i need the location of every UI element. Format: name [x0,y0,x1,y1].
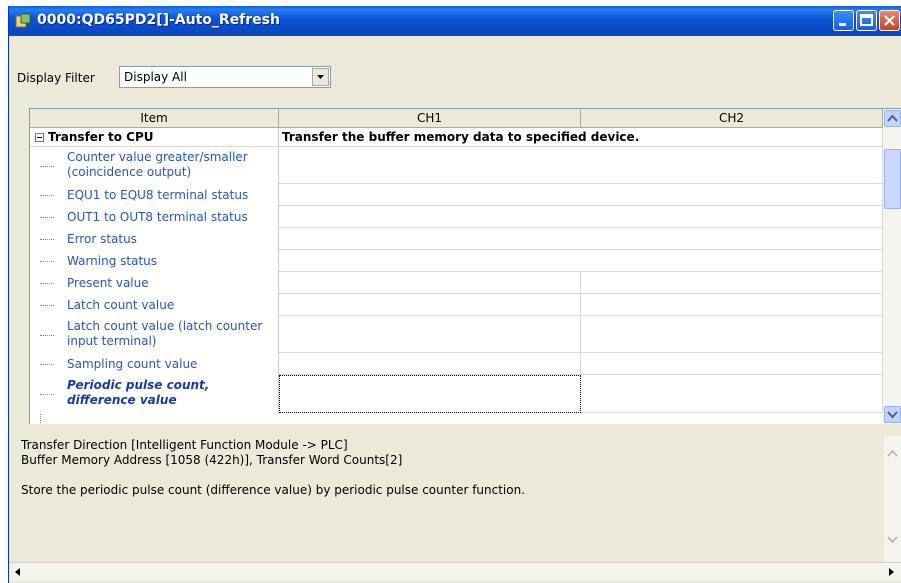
tree-branch [40,283,54,284]
description-scrollbar[interactable] [884,436,901,562]
display-filter-value: Display All [124,70,187,84]
item-label: Present value [67,276,149,291]
display-filter-select[interactable]: Display All [119,66,331,88]
ch1-cell[interactable] [279,272,581,294]
column-header-ch2[interactable]: CH2 [581,109,883,128]
chevron-up-icon [887,114,898,122]
chevron-up-icon[interactable] [885,446,900,461]
group-description: Transfer the buffer memory data to speci… [282,130,640,144]
tree-branch [40,217,54,218]
item-row[interactable]: EQU1 to EQU8 terminal status [30,184,279,206]
item-label-line: Present value [67,276,149,290]
item-label: Latch count value (latch counter input te… [67,319,262,349]
tree-branch [40,195,54,196]
item-label-line: (coincidence output) [67,165,192,179]
chevron-left-icon[interactable] [11,565,25,579]
item-label-line: Counter value greater/smaller [67,150,248,164]
app-icon [15,13,31,28]
horizontal-scrollbar[interactable] [9,562,901,581]
column-header-ch1[interactable]: CH1 [279,109,581,128]
tree-branch [40,305,54,306]
ch-cell[interactable] [279,184,883,206]
tree-branch [40,166,54,167]
description-line: Store the periodic pulse count (differen… [21,483,526,497]
ch2-cell[interactable] [581,272,883,294]
column-header-item[interactable]: Item [30,109,279,128]
tree-branch [40,394,54,395]
item-label: Periodic pulse count, difference value [67,378,209,408]
ch1-cell[interactable] [279,316,581,353]
item-label-line: Periodic pulse count, [67,378,210,392]
group-row-transfer-to-cpu[interactable]: Transfer to CPU [30,128,279,147]
dropdown-arrow-button[interactable] [312,68,329,86]
ch1-cell[interactable] [279,353,581,375]
window-title: 0000:QD65PD2[]-Auto_Refresh [37,12,280,28]
item-row[interactable]: OUT1 to OUT8 terminal status [30,206,279,228]
item-label: Sampling count value [67,357,197,372]
tree-branch [40,335,54,336]
chevron-right-icon[interactable] [884,565,898,579]
title-bar[interactable]: 0000:QD65PD2[]-Auto_Refresh [9,6,901,36]
item-label: EQU1 to EQU8 terminal status [67,188,248,203]
tree-branch [40,239,54,240]
ch-cell[interactable] [279,228,883,250]
item-row[interactable]: Sampling count value [30,353,279,375]
close-icon [884,15,895,26]
item-label-line: Error status [67,232,137,246]
scroll-down-button[interactable] [884,406,901,423]
close-button[interactable] [879,10,900,31]
description-panel: Transfer Direction [Intelligent Function… [21,438,883,498]
item-label-line: difference value [67,393,177,407]
ch2-cell[interactable] [581,375,883,413]
minimize-icon [839,23,846,26]
item-row[interactable]: Counter value greater/smaller (coincidenc… [30,147,279,184]
display-filter-label: Display Filter [17,71,95,85]
ch1-cell[interactable] [279,294,581,316]
item-row[interactable]: Periodic pulse count, difference value [30,375,279,413]
item-label-line: Sampling count value [67,357,198,371]
item-row[interactable]: Latch count value [30,294,279,316]
item-label: Warning status [67,254,157,269]
item-label-line: OUT1 to OUT8 terminal status [67,210,248,224]
auto-refresh-window: 0000:QD65PD2[]-Auto_Refresh Display Filt… [8,6,901,583]
item-label-line: Warning status [67,254,158,268]
ch2-cell[interactable] [581,316,883,353]
description-line: Buffer Memory Address [1058 (422h)], Tra… [21,453,403,467]
tree-branch [40,364,54,365]
chevron-down-icon [887,411,898,419]
ch-cell[interactable] [279,147,883,184]
item-row[interactable]: Warning status [30,250,279,272]
collapse-icon[interactable] [35,133,44,142]
chevron-down-icon[interactable] [885,532,900,547]
ch1-cell[interactable] [279,375,581,413]
ch2-cell[interactable] [581,353,883,375]
item-label: Error status [67,232,137,247]
ch-cell[interactable] [279,206,883,228]
group-label: Transfer to CPU [48,130,154,144]
minimize-button[interactable] [833,10,854,31]
item-row[interactable]: Latch count value (latch counter input te… [30,316,279,353]
item-label: Counter value greater/smaller (coincidenc… [67,150,248,180]
item-label: OUT1 to OUT8 terminal status [67,210,248,225]
item-row[interactable]: Error status [30,228,279,250]
auto-refresh-grid: Item CH1 CH2 Transfer to CPU Transfer th… [29,108,901,424]
description-line: Transfer Direction [Intelligent Function… [21,438,348,452]
maximize-icon [860,14,873,26]
tree-branch [40,261,54,262]
ch2-cell[interactable] [581,294,883,316]
ch-cell[interactable] [279,250,883,272]
maximize-button[interactable] [856,10,877,31]
item-label-line: input terminal) [67,334,157,348]
item-label: Latch count value [67,298,174,313]
item-label-line: Latch count value (latch counter [67,319,263,333]
group-description-cell: Transfer the buffer memory data to speci… [279,128,883,147]
scroll-thumb[interactable] [884,149,901,209]
item-row[interactable]: Present value [30,272,279,294]
item-label-line: Latch count value [67,298,175,312]
chevron-down-icon [317,75,324,79]
item-label-line: EQU1 to EQU8 terminal status [67,188,249,202]
vertical-scrollbar[interactable] [883,109,901,424]
scroll-up-button[interactable] [884,110,901,127]
